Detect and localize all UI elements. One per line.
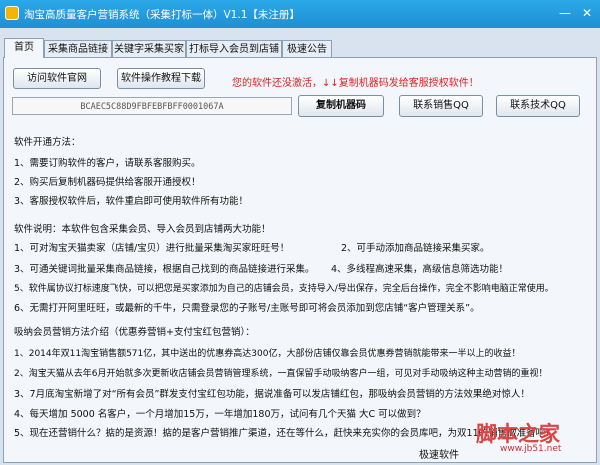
- home-panel: [3, 57, 597, 463]
- description-heading: 软件说明：本软件包含采集会员、导入会员到店铺两大功能！: [14, 224, 271, 235]
- machine-code-field[interactable]: BCAEC5C88D9FBFEBFBFF0001067A: [12, 97, 292, 115]
- activation-step: 2、购买后复制机器码提供给客服开通授权！: [14, 177, 201, 188]
- title-bar: 淘宝高质量客户营销系统（采集打标一体）V1.1【未注册】 — ✕: [0, 0, 600, 28]
- tab-home[interactable]: 首页: [4, 38, 44, 58]
- tab-import-members[interactable]: 打标导入会员到店铺: [186, 40, 282, 57]
- activation-step: 1、需要订购软件的客户，请联系客服购买。: [14, 158, 201, 169]
- minimize-icon[interactable]: —: [557, 5, 573, 21]
- contact-sales-button[interactable]: 联系销售QQ: [399, 95, 483, 117]
- marketing-item: 2、淘宝天猫从去年6月开始就多次更新收店铺会员营销管理系统，一直保留手动吸纳客户…: [14, 369, 548, 379]
- tutorial-download-button[interactable]: 软件操作教程下载: [117, 68, 205, 89]
- copy-machine-code-button[interactable]: 复制机器码: [298, 95, 384, 117]
- marketing-item: 5、现在还营销什么？掂的是资源！掂的是客户营销推广渠道，还在等什么，赶快来充实你…: [14, 428, 555, 439]
- marketing-heading: 吸纳会员营销方法介绍（优惠券营销+支付宝红包营销）：: [14, 327, 255, 338]
- app-icon: [5, 6, 19, 20]
- description-item: 4、多线程高速采集，高级信息筛选功能！: [331, 264, 509, 275]
- description-item: 2、可手动添加商品链接采集买家。: [341, 243, 490, 254]
- description-item: 1、可对淘宝天猫卖家（店铺/宝贝）进行批量采集淘买家旺旺号！: [14, 243, 290, 254]
- tab-bar: 首页 采集商品链接 关键字采集买家 打标导入会员到店铺 极速公告: [0, 38, 600, 58]
- tab-keyword-buyers[interactable]: 关键字采集买家: [112, 40, 186, 57]
- tab-collect-links[interactable]: 采集商品链接: [44, 40, 112, 57]
- close-icon[interactable]: ✕: [579, 5, 595, 21]
- description-item: 3、可通关键词批量采集商品链接，根据自己找到的商品链接进行采集。: [14, 264, 315, 275]
- marketing-item: 3、7月底淘宝新增了对“所有会员”群发支付宝红包功能，据说准备可以发店铺红包，那…: [14, 389, 530, 400]
- watermark-url: www.jb51.net: [500, 444, 562, 454]
- marketing-item: 1、2014年双11淘宝销售额571亿，其中送出的优惠券高达300亿，大部份店铺…: [14, 349, 521, 359]
- description-item: 5、软件属协议打标速度飞快，可以把您是买家添加为自己的店铺会员，支持导入/导出保…: [14, 284, 554, 294]
- contact-tech-button[interactable]: 联系技术QQ: [496, 95, 580, 117]
- footer-label: 极速软件: [419, 450, 459, 461]
- description-item: 6、无需打开阿里旺旺，或最新的千牛，只需登录您的子账号/主账号即可将会员添加到您…: [14, 303, 480, 314]
- activation-notice: 您的软件还没激活，↓↓复制机器码发给客服授权软件！: [232, 78, 479, 89]
- activation-heading: 软件开通方法：: [14, 137, 81, 148]
- marketing-item: 4、每天增加 5000 名客户，一个月增加15万，一年增加180万，试问有几个天…: [14, 409, 426, 420]
- visit-site-button[interactable]: 访问软件官网: [13, 68, 101, 89]
- window-title: 淘宝高质量客户营销系统（采集打标一体）V1.1【未注册】: [24, 9, 300, 21]
- activation-step: 3、客服授权软件后，软件重启即可使用软件所有功能！: [14, 196, 249, 207]
- tab-announcements[interactable]: 极速公告: [282, 40, 332, 57]
